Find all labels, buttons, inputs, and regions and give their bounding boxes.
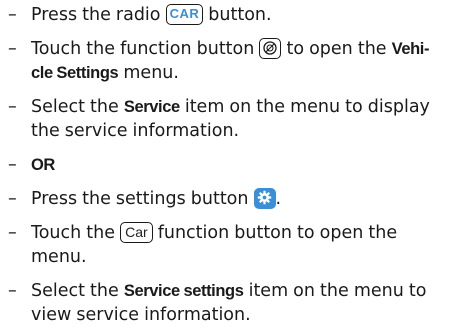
menu-name-bold: Vehi-: [391, 40, 430, 58]
radio-car-button: CAR: [165, 3, 204, 25]
gear-icon-glyph: [257, 190, 272, 204]
step-text: Touch the function button to open the Ve…: [31, 37, 430, 83]
step-select-service-settings: – Select the Service settings item on th…: [0, 279, 460, 327]
step-text: Press the settings button .: [31, 187, 282, 209]
step-text: OR: [31, 153, 446, 177]
step-or: – OR: [0, 153, 460, 177]
vehicle-settings-icon: [259, 37, 282, 59]
step-press-settings: – Press the settings button .: [0, 187, 460, 211]
step-text: Select the Service settings item on the …: [31, 281, 427, 325]
step-touch-function-button: – Touch the function button to open the …: [0, 37, 460, 85]
list-dash: –: [8, 39, 17, 59]
list-dash: –: [8, 97, 17, 117]
or-label: OR: [31, 156, 55, 174]
list-dash: –: [8, 189, 17, 209]
step-text: Touch the Car function button to open th…: [31, 221, 398, 267]
instruction-list: – Press the radio CAR button. – Touch th…: [0, 3, 460, 327]
menu-name-bold: cle Settings: [31, 64, 119, 82]
list-dash: –: [8, 5, 17, 25]
list-dash: –: [8, 281, 17, 301]
step-press-radio-car: – Press the radio CAR button.: [0, 3, 460, 27]
step-text: Press the radio CAR button.: [31, 3, 272, 25]
step-select-service: – Select the Service item on the menu to…: [0, 95, 460, 143]
step-touch-car: – Touch the Car function button to open …: [0, 221, 460, 269]
list-dash: –: [8, 155, 17, 175]
list-dash: –: [8, 223, 17, 243]
menu-item-bold: Service: [123, 98, 180, 116]
menu-item-bold: Service settings: [123, 282, 244, 300]
car-function-button: Car: [120, 221, 153, 243]
step-text: Select the Service item on the menu to d…: [31, 97, 430, 141]
vehicle-settings-icon-glyph: [263, 40, 278, 55]
gear-icon: [253, 187, 276, 209]
